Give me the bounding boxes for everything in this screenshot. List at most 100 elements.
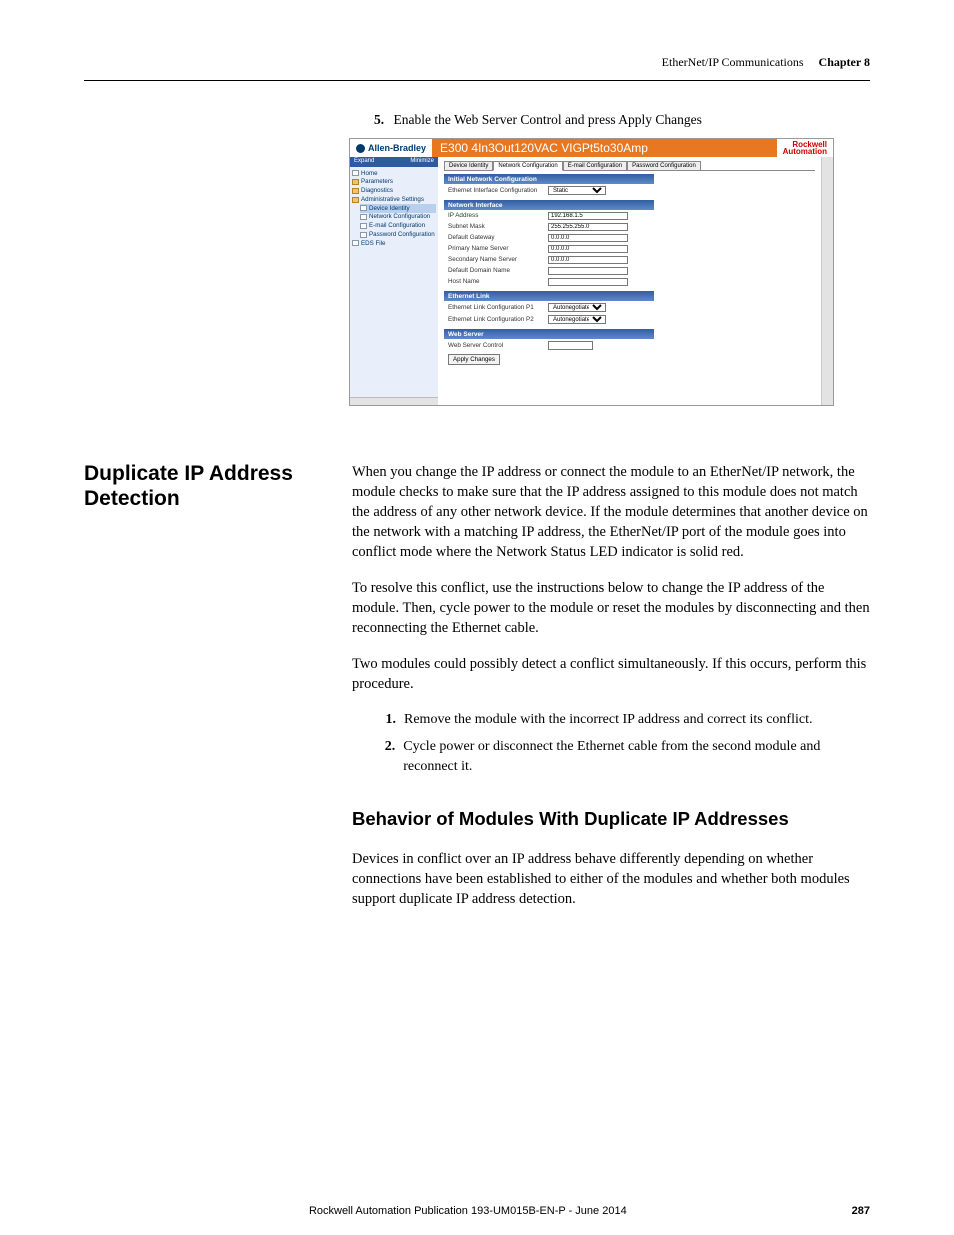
field-label: Default Gateway <box>448 234 540 241</box>
sidebar-item-label: Network Configuration <box>369 213 430 221</box>
sidebar-item[interactable]: Administrative Settings <box>352 195 436 204</box>
form-row: Default Gateway <box>444 232 815 243</box>
section-web-server: Web Server <box>444 329 654 339</box>
select-link-p2[interactable]: Autonegotiate <box>548 315 606 324</box>
tab-network-config[interactable]: Network Configuration <box>493 161 562 171</box>
sidebar-item[interactable]: Password Configuration <box>360 230 436 239</box>
list-num: 2. <box>380 737 395 776</box>
page-number: 287 <box>852 1205 870 1217</box>
folder-icon <box>352 188 359 194</box>
field-label: Subnet Mask <box>448 223 540 230</box>
sidebar-item-label: Administrative Settings <box>361 196 424 204</box>
paragraph-1: When you change the IP address or connec… <box>352 462 870 562</box>
page-icon <box>360 223 367 229</box>
apply-changes-button[interactable]: Apply Changes <box>448 354 500 365</box>
page-icon <box>352 240 359 246</box>
select-web-server[interactable]: Enabled <box>548 341 593 350</box>
select-link-p1[interactable]: Autonegotiate <box>548 303 606 312</box>
form-row: Default Domain Name <box>444 265 815 276</box>
list-item: 2. Cycle power or disconnect the Etherne… <box>380 737 870 776</box>
sidebar-item-label: Home <box>361 170 378 178</box>
field-label: Default Domain Name <box>448 267 540 274</box>
sidebar-item-label: Device Identity <box>369 205 410 213</box>
text-input[interactable] <box>548 267 628 275</box>
field-label: IP Address <box>448 212 540 219</box>
horizontal-scrollbar[interactable] <box>350 397 438 405</box>
sidebar-item[interactable]: Network Configuration <box>360 213 436 222</box>
text-input[interactable] <box>548 234 628 242</box>
section-name: EtherNet/IP Communications <box>662 55 804 69</box>
list-num: 1. <box>380 710 396 729</box>
sidebar-item[interactable]: Parameters <box>352 178 436 187</box>
folder-icon <box>352 179 359 185</box>
sidebar-item[interactable]: Device Identity <box>360 204 436 213</box>
ordered-list: 1. Remove the module with the incorrect … <box>380 710 870 776</box>
step-text: Enable the Web Server Control and press … <box>394 112 702 127</box>
page-icon <box>360 205 367 211</box>
expand-link[interactable]: Expand <box>354 158 374 166</box>
text-input[interactable] <box>548 256 628 264</box>
text-input[interactable] <box>548 223 628 231</box>
sidebar-item[interactable]: E-mail Configuration <box>360 222 436 231</box>
select-interface-config[interactable]: Static <box>548 186 606 195</box>
list-text: Cycle power or disconnect the Ethernet c… <box>403 737 870 776</box>
tab-email-config[interactable]: E-mail Configuration <box>563 161 627 171</box>
folder-icon <box>352 197 359 203</box>
form-row: Secondary Name Server <box>444 254 815 265</box>
section-ethernet-link: Ethernet Link <box>444 291 654 301</box>
page-header: EtherNet/IP Communications Chapter 8 <box>84 55 870 81</box>
tab-password-config[interactable]: Password Configuration <box>627 161 701 171</box>
embedded-screenshot: Allen-Bradley E300 4In3Out120VAC VIGPt5t… <box>349 138 834 406</box>
section-heading: Duplicate IP Address Detection <box>84 462 328 925</box>
form-row: Primary Name Server <box>444 243 815 254</box>
label-link-p2: Ethernet Link Configuration P2 <box>448 316 540 323</box>
tab-row: Device Identity Network Configuration E-… <box>444 160 815 170</box>
page-icon <box>360 232 367 238</box>
label-web-server: Web Server Control <box>448 342 540 349</box>
sidebar-item[interactable]: Home <box>352 169 436 178</box>
sidebar-item-label: Parameters <box>361 178 393 186</box>
step-number: 5. <box>374 112 384 127</box>
row-web-server-control: Web Server Control Enabled <box>444 339 815 351</box>
publication-id: Rockwell Automation Publication 193-UM01… <box>84 1205 852 1217</box>
label-link-p1: Ethernet Link Configuration P1 <box>448 304 540 311</box>
sidebar-item[interactable]: Diagnostics <box>352 187 436 196</box>
row-link-p1: Ethernet Link Configuration P1 Autonegot… <box>444 301 815 313</box>
label-interface-config: Ethernet Interface Configuration <box>448 187 540 194</box>
text-section: Duplicate IP Address Detection When you … <box>84 462 870 925</box>
rockwell-logo: Rockwell Automation <box>777 141 833 155</box>
list-text: Remove the module with the incorrect IP … <box>404 710 812 729</box>
form-row: Host Name <box>444 276 815 287</box>
minimize-link[interactable]: Minimize <box>410 158 434 166</box>
sidebar-header: Expand Minimize <box>350 157 438 167</box>
row-interface-config: Ethernet Interface Configuration Static <box>444 184 815 196</box>
page-icon <box>360 214 367 220</box>
paragraph-3: Two modules could possibly detect a conf… <box>352 654 870 694</box>
device-title: E300 4In3Out120VAC VIGPt5to30Amp <box>432 139 777 157</box>
text-input[interactable] <box>548 278 628 286</box>
section-body: When you change the IP address or connec… <box>352 462 870 925</box>
allen-bradley-logo: Allen-Bradley <box>350 141 432 155</box>
nav-tree: HomeParametersDiagnosticsAdministrative … <box>350 167 438 250</box>
list-item: 1. Remove the module with the incorrect … <box>380 710 870 729</box>
nav-sidebar: Expand Minimize HomeParametersDiagnostic… <box>350 157 438 405</box>
form-row: IP Address <box>444 210 815 221</box>
sidebar-item-label: E-mail Configuration <box>369 222 425 230</box>
subsection-heading: Behavior of Modules With Duplicate IP Ad… <box>352 806 870 832</box>
text-input[interactable] <box>548 212 628 220</box>
paragraph-4: Devices in conflict over an IP address b… <box>352 849 870 909</box>
field-label: Secondary Name Server <box>448 256 540 263</box>
vertical-scrollbar[interactable] <box>821 157 833 405</box>
sidebar-item[interactable]: EDS File <box>352 239 436 248</box>
form-row: Subnet Mask <box>444 221 815 232</box>
config-panel: Device Identity Network Configuration E-… <box>438 157 821 405</box>
rockwell-line2: Automation <box>783 147 827 156</box>
text-input[interactable] <box>548 245 628 253</box>
section-initial-network: Initial Network Configuration <box>444 174 654 184</box>
screenshot-body: Expand Minimize HomeParametersDiagnostic… <box>350 157 833 405</box>
screenshot-topbar: Allen-Bradley E300 4In3Out120VAC VIGPt5t… <box>350 139 833 157</box>
paragraph-2: To resolve this conflict, use the instru… <box>352 578 870 638</box>
sidebar-item-label: EDS File <box>361 240 385 248</box>
tab-device-identity[interactable]: Device Identity <box>444 161 493 171</box>
field-label: Host Name <box>448 278 540 285</box>
